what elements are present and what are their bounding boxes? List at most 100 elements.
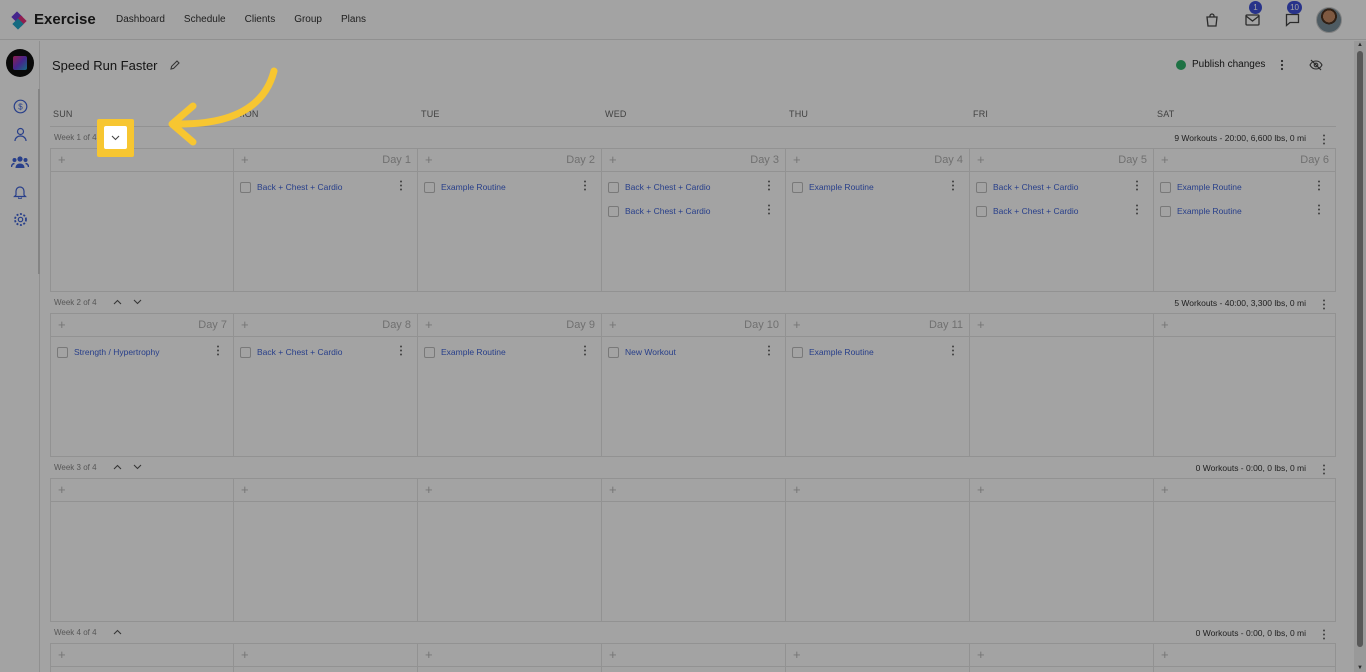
add-workout-icon[interactable]: +: [58, 483, 66, 496]
day-cell[interactable]: +: [50, 479, 234, 621]
add-workout-icon[interactable]: +: [425, 153, 433, 166]
publish-changes-button[interactable]: Publish changes: [1176, 59, 1265, 70]
day-cell[interactable]: +: [786, 479, 970, 621]
day-cell[interactable]: + Day 6 Example Routine Example Routine: [1154, 149, 1336, 291]
add-workout-icon[interactable]: +: [241, 483, 249, 496]
day-cell[interactable]: + Day 4 Example Routine: [786, 149, 970, 291]
shop-button[interactable]: [1192, 0, 1232, 40]
add-workout-icon[interactable]: +: [609, 153, 617, 166]
add-workout-icon[interactable]: +: [58, 153, 66, 166]
week-options-icon[interactable]: [1322, 462, 1326, 480]
workout-name[interactable]: Back + Chest + Cardio: [257, 347, 343, 357]
week-options-icon[interactable]: [1322, 132, 1326, 150]
workout-item[interactable]: Example Routine: [792, 343, 964, 361]
day-cell[interactable]: +: [418, 644, 602, 672]
more-options-icon[interactable]: [1280, 58, 1284, 76]
add-workout-icon[interactable]: +: [793, 153, 801, 166]
workout-item[interactable]: Example Routine: [424, 178, 596, 196]
workout-options-icon[interactable]: [216, 343, 220, 361]
workout-checkbox[interactable]: [608, 346, 619, 358]
workout-checkbox[interactable]: [424, 181, 435, 193]
workout-item[interactable]: Strength / Hypertrophy: [57, 343, 229, 361]
mail-button[interactable]: 1: [1232, 0, 1272, 40]
add-workout-icon[interactable]: +: [1161, 648, 1169, 661]
workout-checkbox[interactable]: [424, 346, 435, 358]
workout-checkbox[interactable]: [57, 346, 68, 358]
add-workout-icon[interactable]: +: [793, 648, 801, 661]
day-cell[interactable]: +: [786, 644, 970, 672]
nav-clients[interactable]: Clients: [245, 14, 276, 25]
workout-item[interactable]: Example Routine: [792, 178, 964, 196]
chevron-up-icon[interactable]: [111, 296, 123, 308]
chevron-up-icon[interactable]: [111, 461, 123, 473]
workout-name[interactable]: Back + Chest + Cardio: [625, 206, 711, 216]
workout-options-icon[interactable]: [583, 178, 587, 196]
add-workout-icon[interactable]: +: [793, 318, 801, 331]
day-cell[interactable]: + Day 9 Example Routine: [418, 314, 602, 456]
workout-checkbox[interactable]: [240, 181, 251, 193]
user-avatar[interactable]: [1316, 7, 1342, 33]
day-cell[interactable]: +: [602, 479, 786, 621]
day-cell[interactable]: + Day 8 Back + Chest + Cardio: [234, 314, 418, 456]
workout-checkbox[interactable]: [976, 205, 987, 217]
day-cell[interactable]: +: [970, 314, 1154, 456]
workout-name[interactable]: Back + Chest + Cardio: [993, 206, 1079, 216]
add-workout-icon[interactable]: +: [977, 483, 985, 496]
workout-name[interactable]: Example Routine: [441, 347, 506, 357]
workout-checkbox[interactable]: [792, 181, 803, 193]
day-cell[interactable]: + Day 10 New Workout: [602, 314, 786, 456]
workout-name[interactable]: Example Routine: [441, 182, 506, 192]
day-cell[interactable]: +: [970, 644, 1154, 672]
add-workout-icon[interactable]: +: [977, 648, 985, 661]
workout-name[interactable]: New Workout: [625, 347, 676, 357]
workout-checkbox[interactable]: [976, 181, 987, 193]
workout-options-icon[interactable]: [951, 178, 955, 196]
workout-checkbox[interactable]: [1160, 205, 1171, 217]
chevron-down-icon[interactable]: [131, 461, 143, 473]
workout-name[interactable]: Example Routine: [809, 182, 874, 192]
sidebar-scrollbar[interactable]: [38, 89, 40, 274]
day-cell[interactable]: +: [234, 479, 418, 621]
add-workout-icon[interactable]: +: [241, 318, 249, 331]
nav-schedule[interactable]: Schedule: [184, 14, 226, 25]
group-icon[interactable]: [11, 153, 29, 171]
day-cell[interactable]: + Day 5 Back + Chest + Cardio Back + Chest …: [970, 149, 1154, 291]
workout-checkbox[interactable]: [792, 346, 803, 358]
workout-item[interactable]: Back + Chest + Cardio: [608, 178, 780, 196]
chevron-up-icon[interactable]: [111, 626, 123, 638]
workout-item[interactable]: Example Routine: [1160, 202, 1330, 220]
org-logo[interactable]: [6, 49, 34, 77]
workout-item[interactable]: Back + Chest + Cardio: [976, 202, 1148, 220]
week-options-icon[interactable]: [1322, 627, 1326, 645]
workout-item[interactable]: Example Routine: [424, 343, 596, 361]
workout-options-icon[interactable]: [399, 178, 403, 196]
add-workout-icon[interactable]: +: [977, 153, 985, 166]
chevron-down-icon[interactable]: [131, 296, 143, 308]
day-cell[interactable]: + Day 3 Back + Chest + Cardio Back + Chest …: [602, 149, 786, 291]
workout-checkbox[interactable]: [1160, 181, 1171, 193]
add-workout-icon[interactable]: +: [1161, 153, 1169, 166]
add-workout-icon[interactable]: +: [58, 648, 66, 661]
add-workout-icon[interactable]: +: [609, 483, 617, 496]
workout-options-icon[interactable]: [767, 343, 771, 361]
day-cell[interactable]: +: [1154, 479, 1336, 621]
page-scrollbar[interactable]: ▲ ▼: [1354, 41, 1366, 672]
add-workout-icon[interactable]: +: [241, 153, 249, 166]
workout-name[interactable]: Back + Chest + Cardio: [257, 182, 343, 192]
workout-item[interactable]: New Workout: [608, 343, 780, 361]
day-cell[interactable]: +: [602, 644, 786, 672]
week-collapse-button-highlighted[interactable]: [104, 126, 127, 149]
app-logo[interactable]: Exercise: [11, 10, 106, 30]
day-cell[interactable]: +: [50, 644, 234, 672]
workout-options-icon[interactable]: [1135, 202, 1139, 220]
workout-name[interactable]: Example Routine: [1177, 182, 1242, 192]
day-cell[interactable]: +: [1154, 644, 1336, 672]
add-workout-icon[interactable]: +: [425, 648, 433, 661]
add-workout-icon[interactable]: +: [793, 483, 801, 496]
scroll-up-icon[interactable]: ▲: [1357, 42, 1363, 48]
nav-group[interactable]: Group: [294, 14, 322, 25]
workout-options-icon[interactable]: [399, 343, 403, 361]
workout-item[interactable]: Back + Chest + Cardio: [608, 202, 780, 220]
workout-item[interactable]: Back + Chest + Cardio: [240, 178, 412, 196]
workout-name[interactable]: Example Routine: [1177, 206, 1242, 216]
